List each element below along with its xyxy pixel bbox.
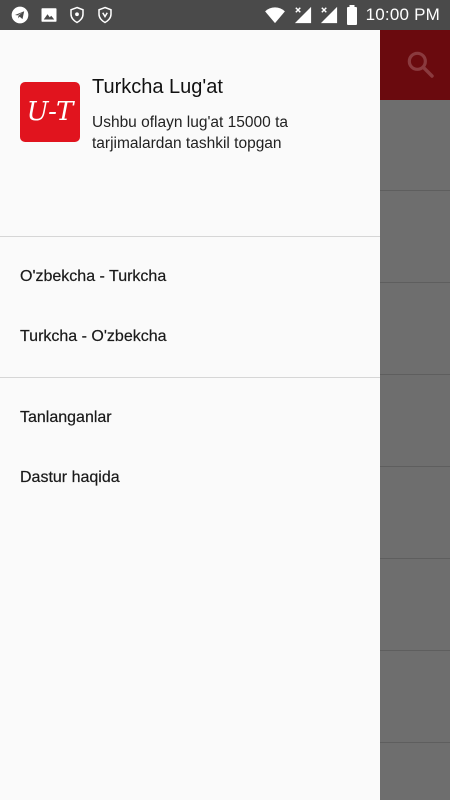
menu-item-label: O'zbekcha - Turkcha <box>20 268 167 285</box>
menu-group-other: Tanlanganlar Dastur haqida <box>0 378 380 518</box>
app-title: Turkcha Lug'at <box>92 76 223 98</box>
status-left-icons <box>10 5 114 25</box>
menu-item-turkish-uzbek[interactable]: Turkcha - O'zbekcha <box>0 307 380 367</box>
list-divider <box>380 558 450 559</box>
telegram-icon <box>10 5 30 25</box>
list-divider <box>380 282 450 283</box>
shield-icon <box>96 6 114 24</box>
menu-group-dictionaries: O'zbekcha - Turkcha Turkcha - O'zbekcha <box>0 237 380 377</box>
menu-item-label: Dastur haqida <box>20 469 120 486</box>
menu-item-uzbek-turkish[interactable]: O'zbekcha - Turkcha <box>0 247 380 307</box>
status-bar: 10:00 PM <box>0 0 450 30</box>
menu-item-about[interactable]: Dastur haqida <box>0 448 380 508</box>
list-divider <box>380 742 450 743</box>
status-right-icons: 10:00 PM <box>264 5 440 25</box>
signal-icon <box>294 6 312 24</box>
list-divider <box>380 374 450 375</box>
app-logo: U-T <box>20 82 80 142</box>
wifi-icon <box>264 6 286 24</box>
image-icon <box>40 6 58 24</box>
menu-item-favorites[interactable]: Tanlanganlar <box>0 388 380 448</box>
list-divider <box>380 650 450 651</box>
list-divider <box>380 190 450 191</box>
app-subtitle: Ushbu oflayn lug'at 15000 ta tarjimalard… <box>92 114 288 152</box>
signal-icon <box>320 6 338 24</box>
menu-item-label: Turkcha - O'zbekcha <box>20 328 167 345</box>
shield-icon <box>68 6 86 24</box>
menu-item-label: Tanlanganlar <box>20 409 112 426</box>
status-time: 10:00 PM <box>365 5 440 24</box>
drawer-header: U-T Turkcha Lug'at Ushbu oflayn lug'at 1… <box>0 30 380 236</box>
search-icon[interactable] <box>404 48 436 80</box>
app-logo-text: U-T <box>26 97 74 127</box>
list-divider <box>380 466 450 467</box>
navigation-drawer: U-T Turkcha Lug'at Ushbu oflayn lug'at 1… <box>0 30 380 800</box>
battery-icon <box>346 5 358 25</box>
